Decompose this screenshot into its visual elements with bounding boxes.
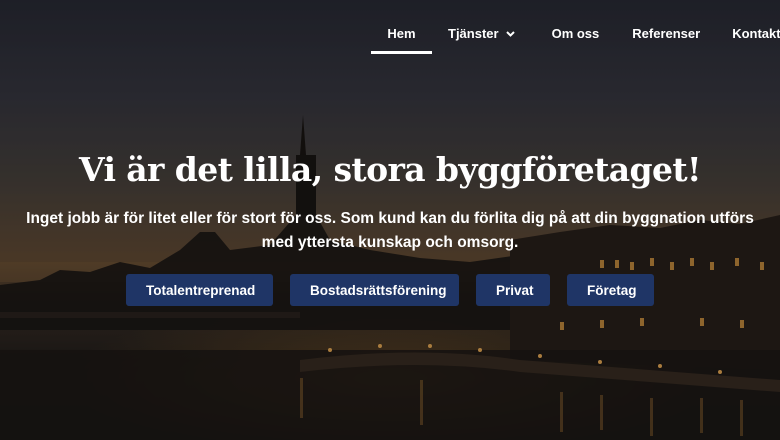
chevron-down-icon <box>505 30 515 37</box>
hero-description: Inget jobb är för litet eller för stort … <box>26 210 754 251</box>
nav-list: Hem Tjänster Om oss Referenser Kontakta <box>371 26 780 54</box>
nav-item-label: Referenser <box>632 26 701 41</box>
nav-item-label: Tjänster <box>448 26 499 41</box>
hero-section: Vi är det lilla, stora byggföretaget! In… <box>0 150 780 306</box>
totalentreprenad-button[interactable]: Totalentreprenad <box>126 274 273 306</box>
nav-item-tjanster[interactable]: Tjänster <box>448 26 515 41</box>
nav-item-label: Hem <box>387 26 416 41</box>
nav-item-hem[interactable]: Hem <box>371 26 432 54</box>
nav-item-kontakta[interactable]: Kontakta <box>732 26 780 41</box>
nav-item-referenser[interactable]: Referenser <box>632 26 700 41</box>
nav-item-label: Om oss <box>551 26 600 41</box>
privat-button[interactable]: Privat <box>476 274 550 306</box>
foretag-button[interactable]: Företag <box>567 274 654 306</box>
nav-item-label: Kontakta <box>732 26 780 41</box>
main-navigation: Hem Tjänster Om oss Referenser Kontakta <box>0 0 780 60</box>
hero-button-row: Totalentreprenad Bostadsrättsförening Pr… <box>0 274 780 306</box>
hero-title: Vi är det lilla, stora byggföretaget! <box>79 150 702 189</box>
bostadsrattsforening-button[interactable]: Bostadsrättsförening <box>290 274 459 306</box>
nav-item-om-oss[interactable]: Om oss <box>552 26 600 41</box>
